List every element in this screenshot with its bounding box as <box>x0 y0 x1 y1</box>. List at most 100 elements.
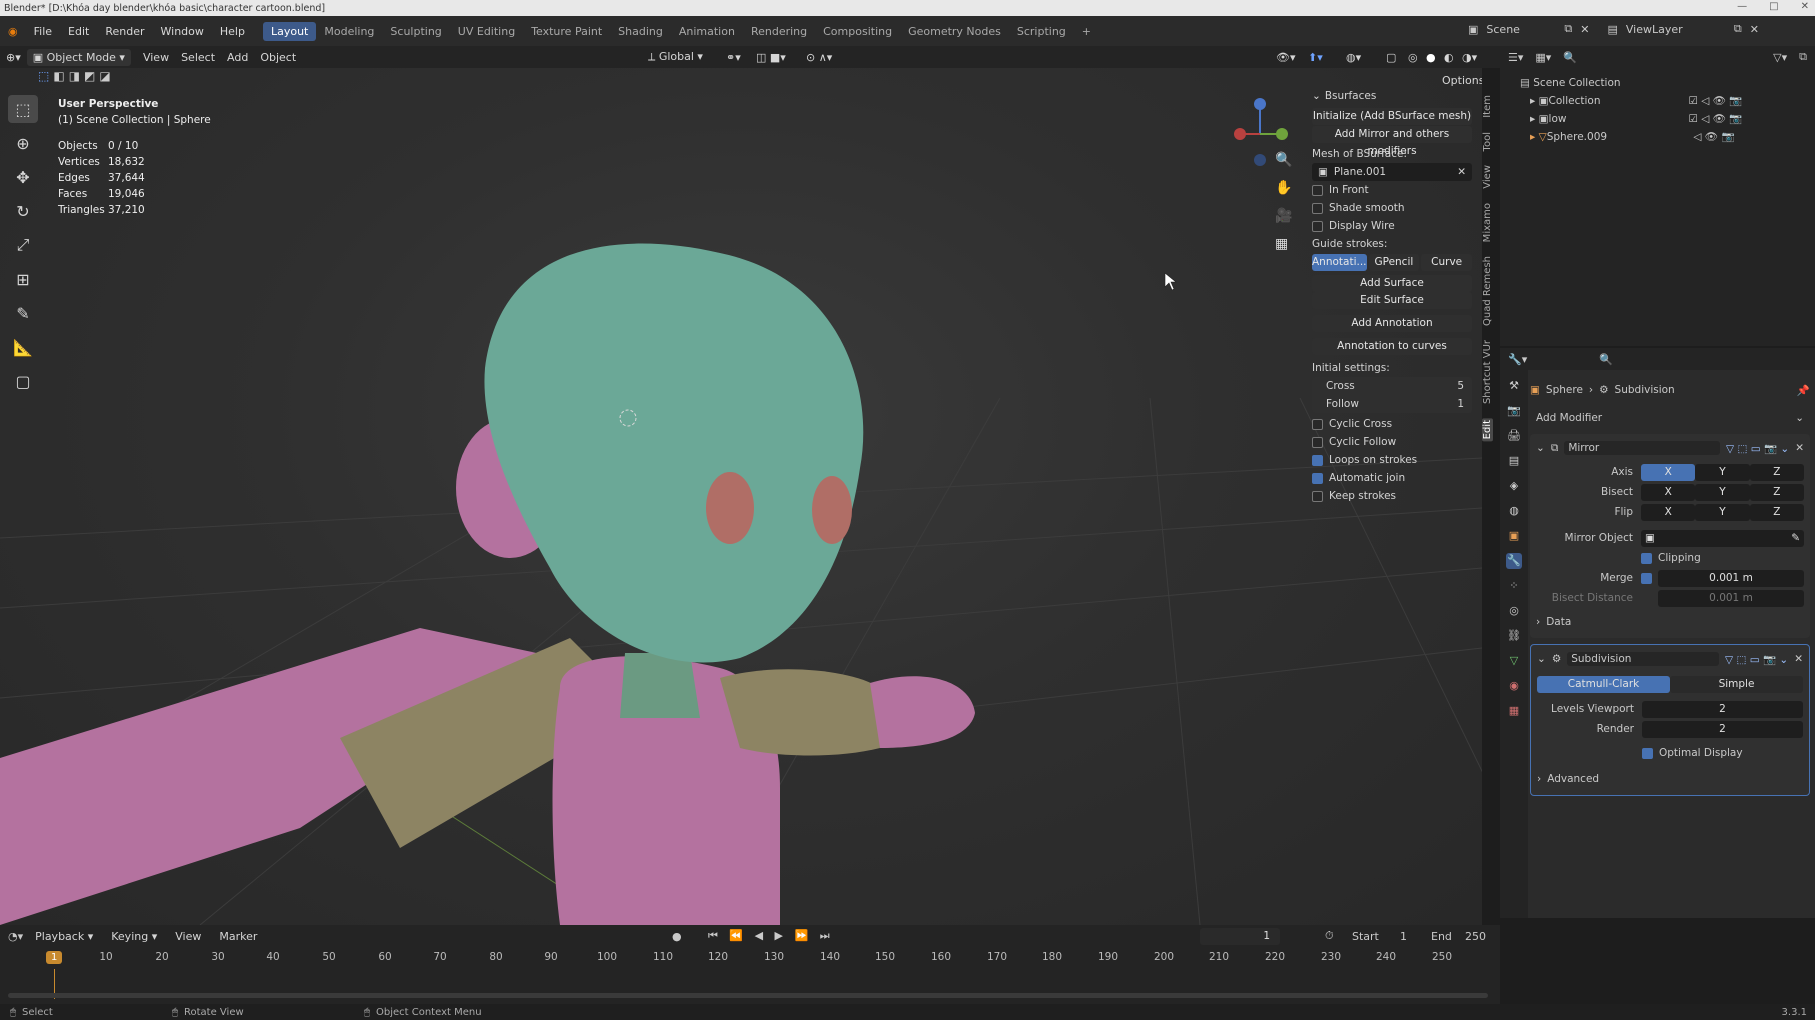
properties-search-icon[interactable]: 🔍 <box>1599 353 1613 366</box>
workspace-tab-sculpting[interactable]: Sculpting <box>382 22 449 41</box>
keep-strokes-checkbox[interactable]: Keep strokes <box>1312 487 1472 505</box>
menu-edit[interactable]: Edit <box>60 25 97 38</box>
data-subpanel[interactable]: › Data <box>1536 612 1804 632</box>
edit-surface-button[interactable]: Edit Surface <box>1312 292 1472 309</box>
menu-window[interactable]: Window <box>153 25 212 38</box>
proportional-edit-icon[interactable]: ⊙ ∧▾ <box>800 49 838 66</box>
scene-icon[interactable]: ▣ <box>1468 23 1478 36</box>
annotate-tool-icon[interactable]: ✎ <box>8 299 38 327</box>
zoom-icon[interactable]: 🔍 <box>1275 152 1292 168</box>
remove-modifier-icon[interactable]: ✕ <box>1794 653 1803 665</box>
outliner-search-icon[interactable]: 🔍 <box>1563 51 1577 64</box>
output-tab-icon[interactable]: 🖨 <box>1506 428 1522 444</box>
menu-view[interactable]: View <box>137 49 175 66</box>
texture-tab-icon[interactable]: ▦ <box>1506 703 1522 719</box>
visibility-eye-icon[interactable]: ☑ ◁ 👁 📷 <box>1689 110 1743 128</box>
camera-view-icon[interactable]: 🎥 <box>1275 208 1292 224</box>
playback-menu[interactable]: Playback ▾ <box>29 928 99 945</box>
merge-checkbox[interactable] <box>1641 572 1652 584</box>
filter-icon[interactable]: ▽▾ <box>1773 51 1787 64</box>
maximize-icon[interactable]: □ <box>1769 1 1778 12</box>
mirror-name[interactable]: Mirror <box>1564 441 1721 455</box>
automatic-join-checkbox[interactable]: Automatic join <box>1312 469 1472 487</box>
properties-editor-icon[interactable]: 🔧▾ <box>1508 353 1527 366</box>
menu-select[interactable]: Select <box>175 49 221 66</box>
in-front-checkbox[interactable]: In Front <box>1312 181 1472 199</box>
visibility-eye-icon[interactable]: ◁ 👁 📷 <box>1687 128 1734 146</box>
tab-shortcut-vur[interactable]: Shortcut VUr <box>1482 340 1493 404</box>
transform-tool-icon[interactable]: ⊞ <box>8 265 38 293</box>
annotation-to-curves-button[interactable]: Annotation to curves <box>1312 338 1472 355</box>
axis-z-toggle[interactable]: Z <box>1749 463 1804 481</box>
minimize-icon[interactable]: — <box>1737 1 1747 12</box>
pin-icon[interactable]: 📌 <box>1797 384 1810 397</box>
guide-tab-annotation[interactable]: Annotati... <box>1312 253 1367 271</box>
ortho-toggle-icon[interactable]: ▦ <box>1275 236 1292 252</box>
add-mirror-modifiers-button[interactable]: Add Mirror and others modifiers <box>1312 126 1472 157</box>
keying-menu[interactable]: Keying ▾ <box>105 928 163 945</box>
clipping-checkbox[interactable]: Clipping <box>1536 548 1804 568</box>
menu-object[interactable]: Object <box>254 49 302 66</box>
editor-type-icon[interactable]: ⊕▾ <box>0 49 27 66</box>
modifier-visibility-icons[interactable]: ▽ ⬚ ▭ 📷 ⌄ <box>1726 442 1789 455</box>
playhead[interactable]: 1 <box>46 951 63 964</box>
display-mode-icon[interactable]: ▦▾ <box>1535 51 1551 64</box>
select-intersect-icon[interactable]: ◪ <box>99 69 110 83</box>
menu-file[interactable]: File <box>26 25 60 38</box>
clear-mesh-icon[interactable]: ✕ <box>1457 166 1466 178</box>
constraints-tab-icon[interactable]: ⛓ <box>1506 628 1522 644</box>
guide-tab-gpencil[interactable]: GPencil <box>1368 253 1420 271</box>
visibility-icon[interactable]: 👁▾ <box>1270 49 1302 66</box>
select-invert-icon[interactable]: ◩ <box>84 69 95 83</box>
remove-modifier-icon[interactable]: ✕ <box>1795 442 1804 454</box>
levels-viewport-field[interactable]: 2 <box>1642 700 1803 718</box>
modifier-tab-icon[interactable]: 🔧 <box>1506 553 1522 569</box>
outliner-item-sphere[interactable]: ▸ ▽ Sphere.009 ◁ 👁 📷 <box>1520 128 1795 146</box>
initialize-bsurface-button[interactable]: Initialize (Add BSurface mesh) <box>1312 108 1472 125</box>
cyclic-cross-checkbox[interactable]: Cyclic Cross <box>1312 415 1472 433</box>
record-icon[interactable]: ● <box>672 930 682 943</box>
cyclic-follow-checkbox[interactable]: Cyclic Follow <box>1312 433 1472 451</box>
gizmo-toggle-icon[interactable]: ⬆▾ <box>1302 49 1329 66</box>
workspace-tab-uv-editing[interactable]: UV Editing <box>450 22 523 41</box>
orientation-dropdown[interactable]: ⟂ Global ▾ <box>642 48 709 66</box>
playback-controls[interactable]: ⏮ ⏪ ◀ ▶ ⏩ ⏭ <box>708 929 834 943</box>
pan-hand-icon[interactable]: ✋ <box>1275 180 1292 196</box>
tab-mixamo[interactable]: Mixamo <box>1482 203 1493 242</box>
simple-toggle[interactable]: Simple <box>1670 675 1803 693</box>
workspace-tab-scripting[interactable]: Scripting <box>1009 22 1074 41</box>
measure-tool-icon[interactable]: 📐 <box>8 333 38 361</box>
blender-logo-icon[interactable]: ◉ <box>0 25 26 38</box>
delete-view-layer-icon[interactable]: ✕ <box>1750 23 1759 36</box>
view-layer-tab-icon[interactable]: ▤ <box>1506 453 1522 469</box>
pivot-icon[interactable]: ⚭▾ <box>720 49 747 66</box>
advanced-subpanel[interactable]: › Advanced <box>1537 769 1803 789</box>
new-collection-icon[interactable]: ⧉ <box>1799 50 1807 64</box>
flip-y-toggle[interactable]: Y <box>1695 503 1750 521</box>
axis-x-toggle[interactable]: X <box>1641 463 1696 481</box>
workspace-tab-texture-paint[interactable]: Texture Paint <box>523 22 610 41</box>
outliner-root[interactable]: ▤ Scene Collection <box>1520 74 1795 92</box>
merge-distance-field[interactable]: 0.001 m <box>1658 569 1804 587</box>
add-surface-button[interactable]: Add Surface <box>1312 275 1472 292</box>
options-dropdown[interactable]: Options ▾ <box>1436 72 1482 89</box>
select-new-icon[interactable]: ⬚ <box>38 69 49 83</box>
timeline-scrollbar[interactable] <box>8 993 1488 998</box>
mode-dropdown[interactable]: ▣ Object Mode ▾ <box>26 48 131 66</box>
render-levels-field[interactable]: 2 <box>1642 720 1803 738</box>
data-tab-icon[interactable]: ▽ <box>1506 653 1522 669</box>
current-frame-field[interactable]: 1 <box>1200 927 1280 945</box>
physics-tab-icon[interactable]: ◎ <box>1506 603 1522 619</box>
bisect-x-toggle[interactable]: X <box>1641 483 1696 501</box>
new-scene-icon[interactable]: ⧉ <box>1564 22 1572 36</box>
object-tab-icon[interactable]: ▣ <box>1506 528 1522 544</box>
chevron-down-icon[interactable]: ⌄ <box>1537 653 1546 665</box>
eyedropper-icon[interactable]: ✎ <box>1791 532 1800 544</box>
tool-tab-icon[interactable]: ⚒ <box>1506 378 1522 394</box>
menu-help[interactable]: Help <box>212 25 253 38</box>
select-extend-icon[interactable]: ◧ <box>53 69 64 83</box>
marker-menu[interactable]: Marker <box>213 928 263 945</box>
bsurfaces-header[interactable]: Bsurfaces <box>1325 90 1376 102</box>
move-tool-icon[interactable]: ✥ <box>8 163 38 191</box>
world-tab-icon[interactable]: ◍ <box>1506 503 1522 519</box>
